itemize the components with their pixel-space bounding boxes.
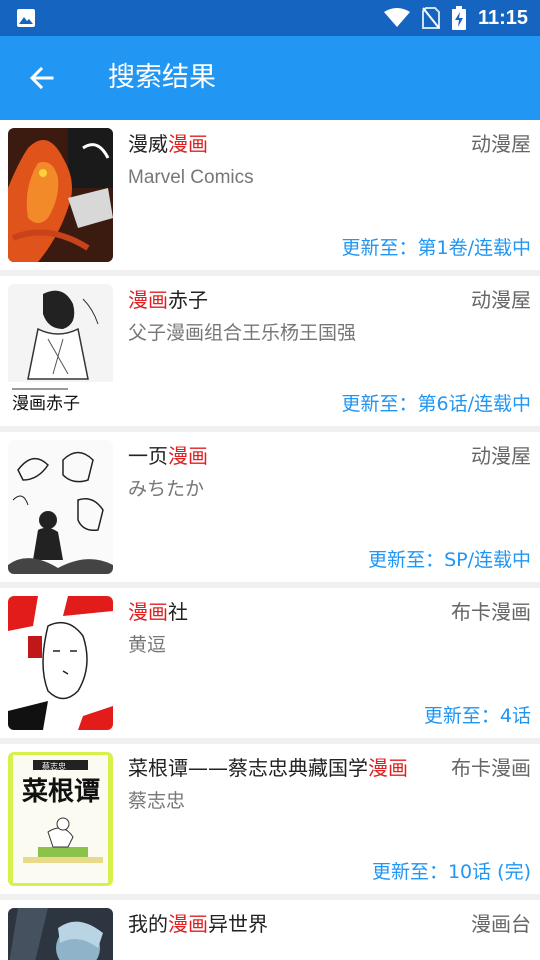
result-author: 父子漫画组合王乐杨王国强	[128, 323, 357, 344]
result-source: 动漫屋	[471, 132, 531, 156]
result-title: 菜根谭——蔡志忠典藏国学漫画	[128, 756, 408, 780]
result-author: 蔡志忠	[128, 791, 186, 812]
result-title: 漫威漫画	[128, 132, 208, 156]
arrow-left-icon	[29, 66, 54, 90]
page-title: 搜索结果	[108, 62, 216, 93]
cover-image: 蔡志忠 菜根谭	[8, 752, 113, 886]
result-item[interactable]: 蔡志忠 菜根谭 菜根谭——蔡志忠典藏国学漫画 布卡漫画 蔡志忠 更新至：10话 …	[0, 744, 540, 894]
result-item[interactable]: 漫画赤子 漫画赤子 动漫屋 父子漫画组合王乐杨王国强 更新至：第6话/连载中	[0, 276, 540, 426]
cover-title-text: 菜根谭	[21, 777, 100, 807]
result-author: Marvel Comics	[128, 167, 254, 188]
wifi-icon	[383, 8, 410, 27]
no-sim-icon	[421, 7, 440, 29]
result-item[interactable]: 我的漫画异世界 漫画台	[0, 900, 540, 960]
clock: 11:15	[477, 6, 528, 29]
cover-image: 漫画赤子	[8, 284, 113, 418]
result-source: 布卡漫画	[451, 600, 531, 624]
result-title: 漫画赤子	[128, 288, 208, 312]
result-title: 我的漫画异世界	[128, 912, 268, 936]
result-item[interactable]: 漫威漫画 动漫屋 Marvel Comics 更新至：第1卷/连载中	[0, 120, 540, 270]
results-list: 漫威漫画 动漫屋 Marvel Comics 更新至：第1卷/连载中 漫画赤子 …	[0, 120, 540, 960]
cover-image	[8, 596, 113, 730]
cover-image	[8, 128, 113, 262]
result-item[interactable]: 一页漫画 动漫屋 みちたか 更新至：SP/连载中	[0, 432, 540, 582]
result-author: 黄逗	[128, 635, 167, 656]
status-bar: 11:15	[0, 0, 540, 36]
cover-image	[8, 440, 113, 574]
cover-author-text: 蔡志忠	[42, 761, 66, 771]
back-button[interactable]	[20, 58, 64, 98]
result-author: みちたか	[128, 479, 205, 500]
result-update-status: 更新至：第1卷/连载中	[341, 237, 532, 259]
app-bar: 搜索结果	[0, 36, 540, 120]
result-source: 动漫屋	[471, 444, 531, 468]
result-source: 布卡漫画	[451, 756, 531, 780]
result-update-status: 更新至：10话 (完)	[371, 861, 531, 883]
battery-charging-icon	[451, 6, 466, 30]
cover-image	[8, 908, 113, 960]
result-item[interactable]: 漫画社 布卡漫画 黄逗 更新至：4话	[0, 588, 540, 738]
result-update-status: 更新至：SP/连载中	[368, 549, 531, 571]
result-source: 动漫屋	[471, 288, 531, 312]
result-source: 漫画台	[471, 912, 531, 936]
image-icon	[17, 9, 35, 27]
result-title: 漫画社	[128, 600, 188, 624]
cover-title-text: 漫画赤子	[12, 394, 80, 414]
result-update-status: 更新至：第6话/连载中	[341, 393, 532, 415]
result-update-status: 更新至：4话	[423, 705, 531, 727]
result-title: 一页漫画	[128, 444, 208, 468]
